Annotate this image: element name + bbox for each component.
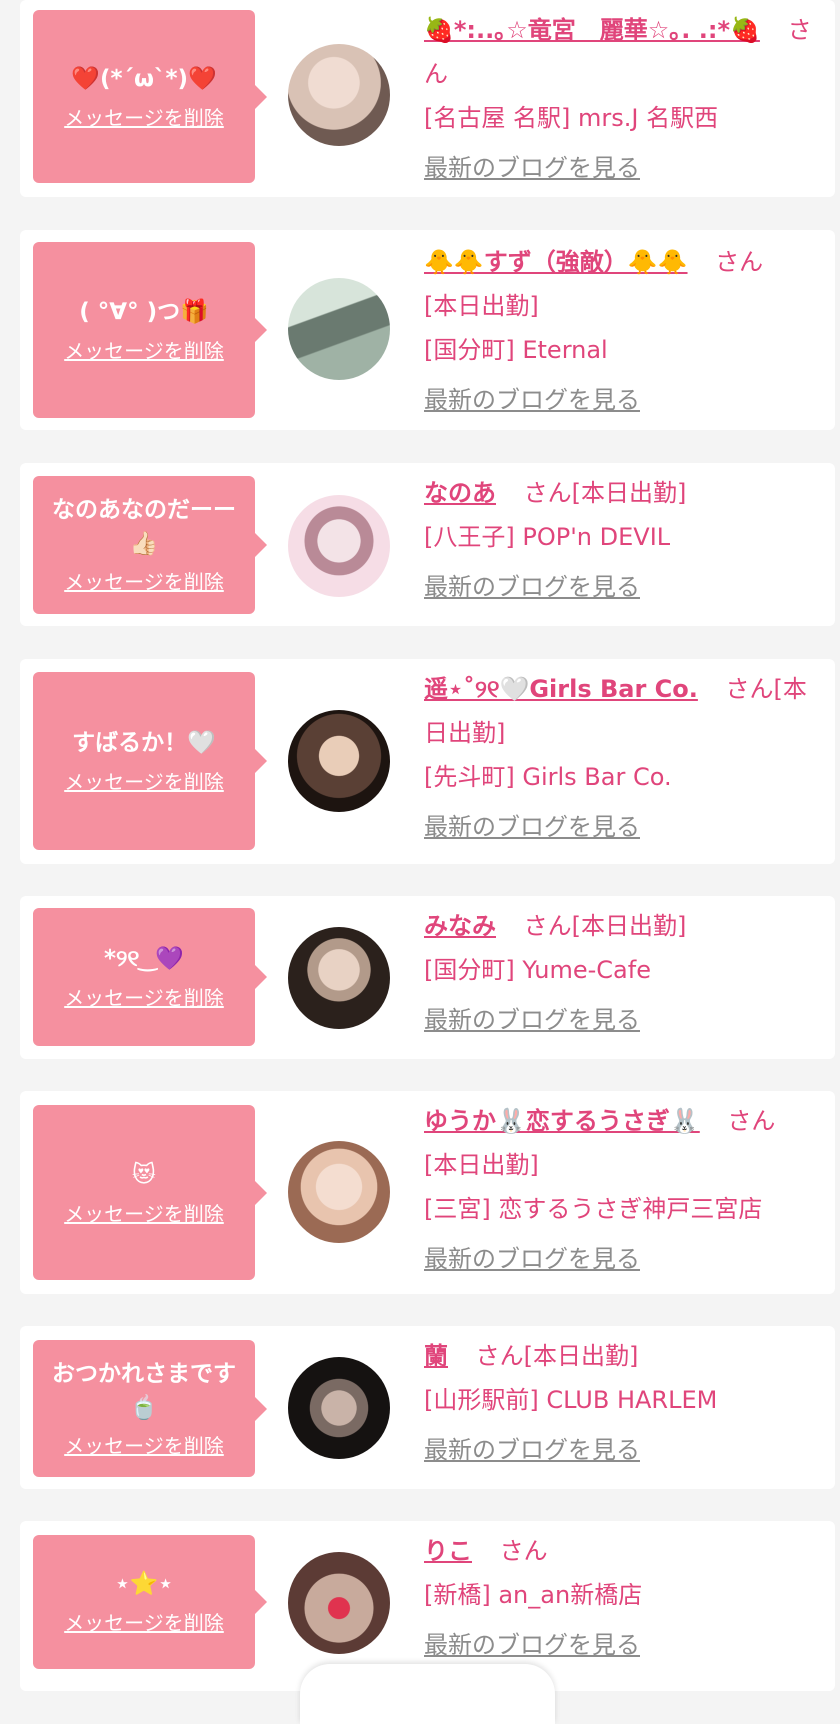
latest-blog-link[interactable]: 最新のブログを見る — [424, 565, 824, 609]
avatar[interactable] — [288, 278, 390, 380]
cast-name-link[interactable]: 遥⋆˚୨୧🤍Girls Bar Co. — [424, 675, 698, 703]
cast-info: りこ さん [新橋] an_an新橋店 最新のブログを見る — [424, 1529, 824, 1667]
honorific: さん — [475, 1342, 524, 1370]
latest-blog-link[interactable]: 最新のブログを見る — [424, 146, 824, 190]
honorific: さん — [727, 1107, 776, 1135]
message-bubble: すばるか！🤍 メッセージを削除 — [33, 672, 267, 850]
cast-name-link[interactable]: りこ — [424, 1537, 472, 1565]
shop-label: [八王子] POP'n DEVIL — [424, 523, 671, 551]
message-card: ( °∀° )つ🎁 メッセージを削除 🐥🐥すず（強敵）🐥🐥 さん [本日出勤] … — [20, 230, 835, 430]
message-bubble: ⋆⭐️⋆ メッセージを削除 — [33, 1535, 267, 1669]
message-bubble: ❤️(*´ω`*)❤️ メッセージを削除 — [33, 10, 267, 183]
cast-info: 蘭 さん[本日出勤] [山形駅前] CLUB HARLEM 最新のブログを見る — [424, 1334, 824, 1472]
cast-name-link[interactable]: ゆうか🐰恋するうさぎ🐰 — [424, 1107, 700, 1135]
cast-info: なのあ さん[本日出勤] [八王子] POP'n DEVIL 最新のブログを見る — [424, 471, 824, 609]
cast-name-link[interactable]: 🐥🐥すず（強敵）🐥🐥 — [424, 248, 688, 276]
message-card: なのあなのだーー👍🏻 メッセージを削除 なのあ さん[本日出勤] [八王子] P… — [20, 463, 835, 626]
honorific: さん — [725, 675, 774, 703]
honorific: さん — [499, 1537, 548, 1565]
latest-blog-link[interactable]: 最新のブログを見る — [424, 378, 824, 422]
message-bubble: *୨୧ ͜ 💜 メッセージを削除 — [33, 908, 267, 1046]
avatar[interactable] — [288, 1141, 390, 1243]
delete-message-link[interactable]: メッセージを削除 — [64, 103, 224, 133]
message-card: すばるか！🤍 メッセージを削除 遥⋆˚୨୧🤍Girls Bar Co. さん[本… — [20, 659, 835, 864]
message-bubble: 😻 メッセージを削除 — [33, 1105, 267, 1280]
latest-blog-link[interactable]: 最新のブログを見る — [424, 1237, 824, 1281]
message-bubble: なのあなのだーー👍🏻 メッセージを削除 — [33, 476, 267, 614]
avatar[interactable] — [288, 495, 390, 597]
message-card: おつかれさまです🍵 メッセージを削除 蘭 さん[本日出勤] [山形駅前] CLU… — [20, 1326, 835, 1489]
delete-message-link[interactable]: メッセージを削除 — [64, 336, 224, 366]
shop-label: [三宮] 恋するうさぎ神戸三宮店 — [424, 1195, 763, 1223]
cast-info: 遥⋆˚୨୧🤍Girls Bar Co. さん[本日出勤] [先斗町] Girls… — [424, 667, 824, 849]
message-text: ❤️(*´ω`*)❤️ — [71, 65, 217, 92]
avatar[interactable] — [288, 1552, 390, 1654]
message-card: ❤️(*´ω`*)❤️ メッセージを削除 🍓*:..｡☆竜宮 麗華☆｡. .:*… — [20, 0, 835, 197]
latest-blog-link[interactable]: 最新のブログを見る — [424, 805, 824, 849]
cast-info: 🐥🐥すず（強敵）🐥🐥 さん [本日出勤] [国分町] Eternal 最新のブロ… — [424, 240, 824, 422]
message-text: ⋆⭐️⋆ — [115, 1571, 173, 1597]
status-label: [本日出勤] — [571, 479, 687, 507]
message-text: *୨୧ ͜ 💜 — [103, 946, 185, 972]
honorific: さん — [523, 912, 572, 940]
cast-info: 🍓*:..｡☆竜宮 麗華☆｡. .:*🍓 さん [名古屋 名駅] mrs.J 名… — [424, 8, 824, 190]
latest-blog-link[interactable]: 最新のブログを見る — [424, 1623, 824, 1667]
bottom-sheet-handle[interactable] — [300, 1664, 555, 1724]
cast-name-link[interactable]: 🍓*:..｡☆竜宮 麗華☆｡. .:*🍓 — [424, 16, 760, 44]
message-text: 😻 — [132, 1161, 156, 1188]
latest-blog-link[interactable]: 最新のブログを見る — [424, 1428, 824, 1472]
shop-label: [国分町] Eternal — [424, 336, 608, 364]
shop-label: [先斗町] Girls Bar Co. — [424, 763, 672, 791]
message-text: おつかれさまです🍵 — [52, 1360, 236, 1421]
status-label: [本日出勤] — [523, 1342, 639, 1370]
avatar[interactable] — [288, 1357, 390, 1459]
message-bubble: おつかれさまです🍵 メッセージを削除 — [33, 1340, 267, 1477]
message-text: なのあなのだーー👍🏻 — [52, 497, 236, 557]
shop-label: [山形駅前] CLUB HARLEM — [424, 1386, 718, 1414]
message-bubble: ( °∀° )つ🎁 メッセージを削除 — [33, 242, 267, 418]
shop-label: [新橋] an_an新橋店 — [424, 1581, 643, 1609]
delete-message-link[interactable]: メッセージを削除 — [64, 1431, 224, 1461]
delete-message-link[interactable]: メッセージを削除 — [64, 767, 224, 797]
delete-message-link[interactable]: メッセージを削除 — [64, 1608, 224, 1638]
delete-message-link[interactable]: メッセージを削除 — [64, 1199, 224, 1229]
cast-info: みなみ さん[本日出勤] [国分町] Yume-Cafe 最新のブログを見る — [424, 904, 824, 1042]
delete-message-link[interactable]: メッセージを削除 — [64, 567, 224, 597]
message-card: 😻 メッセージを削除 ゆうか🐰恋するうさぎ🐰 さん [本日出勤] [三宮] 恋す… — [20, 1091, 835, 1294]
delete-message-link[interactable]: メッセージを削除 — [64, 983, 224, 1013]
status-label: [本日出勤] — [424, 292, 539, 320]
message-text: ( °∀° )つ🎁 — [79, 299, 209, 325]
honorific: さん — [715, 248, 764, 276]
shop-label: [国分町] Yume-Cafe — [424, 956, 651, 984]
cast-info: ゆうか🐰恋するうさぎ🐰 さん [本日出勤] [三宮] 恋するうさぎ神戸三宮店 最… — [424, 1099, 824, 1281]
shop-label: [名古屋 名駅] mrs.J 名駅西 — [424, 104, 719, 132]
avatar[interactable] — [288, 927, 390, 1029]
honorific: さん — [523, 479, 572, 507]
cast-name-link[interactable]: なのあ — [424, 479, 496, 507]
status-label: [本日出勤] — [571, 912, 687, 940]
cast-name-link[interactable]: みなみ — [424, 912, 496, 940]
avatar[interactable] — [288, 44, 390, 146]
message-card: *୨୧ ͜ 💜 メッセージを削除 みなみ さん[本日出勤] [国分町] Yume… — [20, 896, 835, 1059]
cast-name-link[interactable]: 蘭 — [424, 1342, 448, 1370]
message-text: すばるか！🤍 — [72, 730, 216, 756]
latest-blog-link[interactable]: 最新のブログを見る — [424, 998, 824, 1042]
avatar[interactable] — [288, 710, 390, 812]
status-label: [本日出勤] — [424, 1151, 539, 1179]
